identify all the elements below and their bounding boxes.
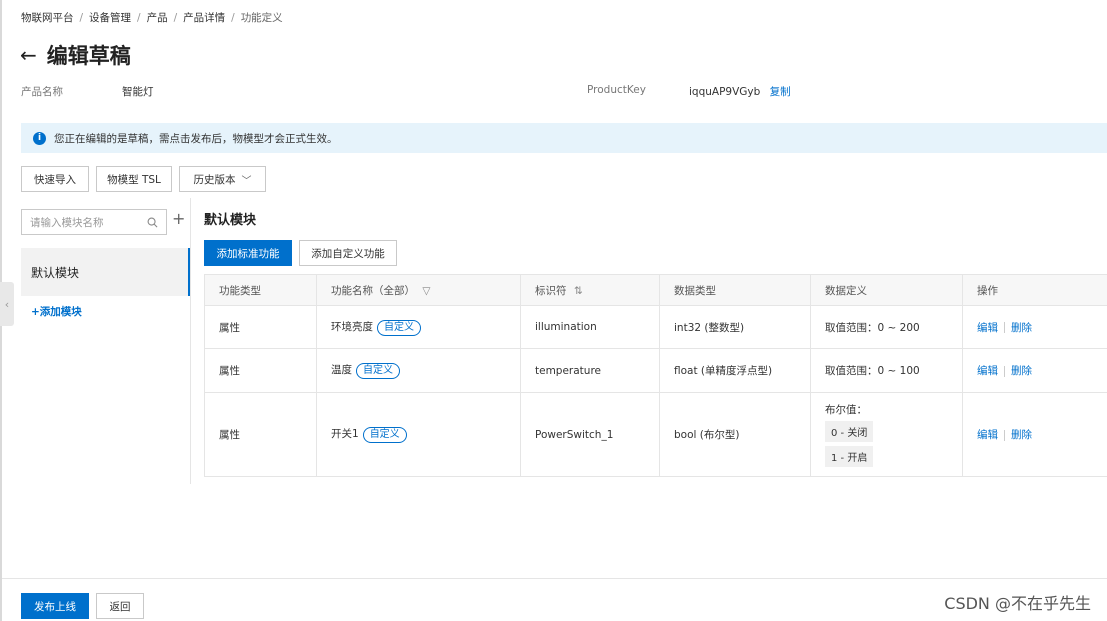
cell-function-name: 开关1 自定义 bbox=[316, 392, 521, 477]
function-name: 环境亮度 bbox=[331, 320, 373, 333]
custom-tag: 自定义 bbox=[377, 319, 421, 336]
column-header-operation: 操作 bbox=[962, 274, 1107, 306]
divider bbox=[1004, 429, 1005, 441]
cell-definition: 布尔值： 0 - 关闭 1 - 开启 bbox=[810, 392, 963, 477]
divider bbox=[1004, 365, 1005, 377]
product-name-label: 产品名称 bbox=[21, 86, 63, 98]
column-header-identifier-label: 标识符 bbox=[535, 284, 567, 297]
page-title: 编辑草稿 bbox=[46, 44, 131, 68]
add-module-link[interactable]: +添加模块 bbox=[31, 304, 82, 319]
add-standard-function-button[interactable]: 添加标准功能 bbox=[204, 240, 292, 266]
custom-tag: 自定义 bbox=[356, 363, 400, 379]
table-header-row: 功能类型 功能名称（全部） ▽ 标识符 ⇅ 数据类型 数据定义 操作 bbox=[204, 274, 1107, 306]
chevron-down-icon: ﹀ bbox=[241, 175, 252, 187]
cell-data-type: bool (布尔型) bbox=[659, 392, 811, 477]
table-row: 属性 环境亮度 自定义 illumination int32 (整数型) 取值范围… bbox=[204, 305, 1107, 349]
cell-data-type: int32 (整数型) bbox=[659, 305, 811, 349]
breadcrumb-separator: / bbox=[173, 11, 178, 24]
divider bbox=[1004, 322, 1005, 333]
function-name: 温度 bbox=[331, 364, 352, 376]
product-name-row: 产品名称 bbox=[21, 84, 63, 99]
delete-link[interactable]: 删除 bbox=[1011, 322, 1032, 334]
info-icon: i bbox=[33, 131, 46, 145]
sort-icon[interactable]: ⇅ bbox=[574, 285, 583, 297]
column-header-type: 功能类型 bbox=[204, 274, 317, 306]
tsl-button[interactable]: 物模型 TSL bbox=[96, 166, 172, 192]
breadcrumb-item-current: 功能定义 bbox=[240, 12, 283, 24]
cell-operation: 编辑 删除 bbox=[962, 392, 1107, 477]
breadcrumb-item-product-detail[interactable]: 产品详情 bbox=[183, 10, 225, 25]
cell-function-type: 属性 bbox=[204, 392, 317, 477]
watermark: CSDN @不在乎先生 bbox=[944, 594, 1091, 613]
breadcrumb-separator: / bbox=[79, 11, 84, 24]
publish-button[interactable]: 发布上线 bbox=[21, 593, 89, 619]
breadcrumb-item-product[interactable]: 产品 bbox=[147, 10, 168, 25]
breadcrumb-item-platform[interactable]: 物联网平台 bbox=[21, 10, 74, 25]
page-header: ← 编辑草稿 bbox=[20, 40, 131, 70]
cell-identifier: temperature bbox=[520, 348, 660, 393]
bool-option-true: 1 - 开启 bbox=[825, 446, 874, 467]
cell-identifier: illumination bbox=[520, 305, 660, 349]
bool-option-false: 0 - 关闭 bbox=[825, 421, 874, 442]
breadcrumb-item-device-management[interactable]: 设备管理 bbox=[89, 10, 131, 25]
delete-link[interactable]: 删除 bbox=[1011, 365, 1032, 377]
edit-link[interactable]: 编辑 bbox=[977, 322, 998, 334]
column-header-definition: 数据定义 bbox=[810, 274, 963, 306]
filter-icon[interactable]: ▽ bbox=[422, 285, 430, 297]
column-header-data-type: 数据类型 bbox=[659, 274, 811, 306]
add-custom-function-button[interactable]: 添加自定义功能 bbox=[299, 240, 397, 266]
product-key-label-wrap: ProductKey bbox=[587, 84, 646, 96]
delete-link[interactable]: 删除 bbox=[1011, 429, 1032, 441]
function-name: 开关1 bbox=[331, 428, 359, 440]
section-title: 默认模块 bbox=[204, 213, 257, 228]
breadcrumb: 物联网平台 / 设备管理 / 产品 / 产品详情 / 功能定义 bbox=[21, 10, 283, 25]
history-version-dropdown[interactable]: 历史版本 ﹀ bbox=[179, 166, 266, 192]
history-version-label: 历史版本 bbox=[193, 173, 236, 186]
module-search-input[interactable]: 请输入模块名称 bbox=[21, 209, 167, 235]
column-header-name-label: 功能名称（全部） bbox=[331, 284, 415, 297]
footer-divider bbox=[2, 578, 1107, 579]
cell-function-type: 属性 bbox=[204, 305, 317, 349]
custom-tag: 自定义 bbox=[362, 427, 407, 443]
add-module-plus-icon[interactable]: + bbox=[172, 211, 185, 227]
edit-link[interactable]: 编辑 bbox=[977, 365, 998, 377]
arrow-left-icon[interactable]: ← bbox=[20, 45, 37, 65]
cell-function-type: 属性 bbox=[204, 348, 317, 393]
sidebar-item-default-module[interactable]: 默认模块 bbox=[21, 248, 190, 296]
product-key-label: ProductKey bbox=[587, 84, 646, 96]
back-button[interactable]: 返回 bbox=[96, 593, 144, 619]
notice-text: 您正在编辑的是草稿，需点击发布后，物模型才会正式生效。 bbox=[54, 132, 338, 145]
sidebar-divider bbox=[190, 198, 191, 484]
search-icon[interactable] bbox=[147, 217, 158, 228]
table-row: 属性 温度 自定义 temperature float (单精度浮点型) 取值范围… bbox=[204, 348, 1107, 393]
function-table: 功能类型 功能名称（全部） ▽ 标识符 ⇅ 数据类型 数据定义 操作 属性 环境… bbox=[204, 274, 1107, 477]
breadcrumb-separator: / bbox=[137, 11, 141, 24]
cell-definition: 取值范围：0 ~ 200 bbox=[810, 305, 963, 349]
product-name-value-wrap: 智能灯 bbox=[122, 84, 154, 99]
bool-definition-title: 布尔值： bbox=[825, 404, 867, 416]
module-search-placeholder: 请输入模块名称 bbox=[30, 216, 104, 229]
copy-link[interactable]: 复制 bbox=[770, 86, 791, 98]
cell-operation: 编辑 删除 bbox=[962, 348, 1107, 393]
breadcrumb-separator: / bbox=[231, 11, 235, 24]
edit-link[interactable]: 编辑 bbox=[977, 429, 998, 441]
quick-import-button[interactable]: 快速导入 bbox=[21, 166, 89, 192]
product-name-value: 智能灯 bbox=[122, 86, 154, 98]
cell-operation: 编辑 删除 bbox=[962, 305, 1107, 349]
column-header-name[interactable]: 功能名称（全部） ▽ bbox=[316, 274, 521, 306]
cell-function-name: 温度 自定义 bbox=[316, 348, 521, 393]
cell-definition: 取值范围：0 ~ 100 bbox=[810, 348, 963, 393]
chevron-left-icon[interactable]: ‹ bbox=[0, 282, 14, 326]
product-key-value: iqquAP9VGyb bbox=[689, 86, 761, 98]
column-header-identifier[interactable]: 标识符 ⇅ bbox=[520, 274, 660, 306]
draft-notice: i 您正在编辑的是草稿，需点击发布后，物模型才会正式生效。 bbox=[21, 123, 1107, 153]
cell-identifier: PowerSwitch_1 bbox=[520, 392, 660, 477]
cell-function-name: 环境亮度 自定义 bbox=[316, 305, 521, 349]
table-row: 属性 开关1 自定义 PowerSwitch_1 bool (布尔型) 布尔值： … bbox=[204, 392, 1107, 477]
cell-data-type: float (单精度浮点型) bbox=[659, 348, 811, 393]
product-key-value-wrap: iqquAP9VGyb 复制 bbox=[689, 84, 791, 99]
